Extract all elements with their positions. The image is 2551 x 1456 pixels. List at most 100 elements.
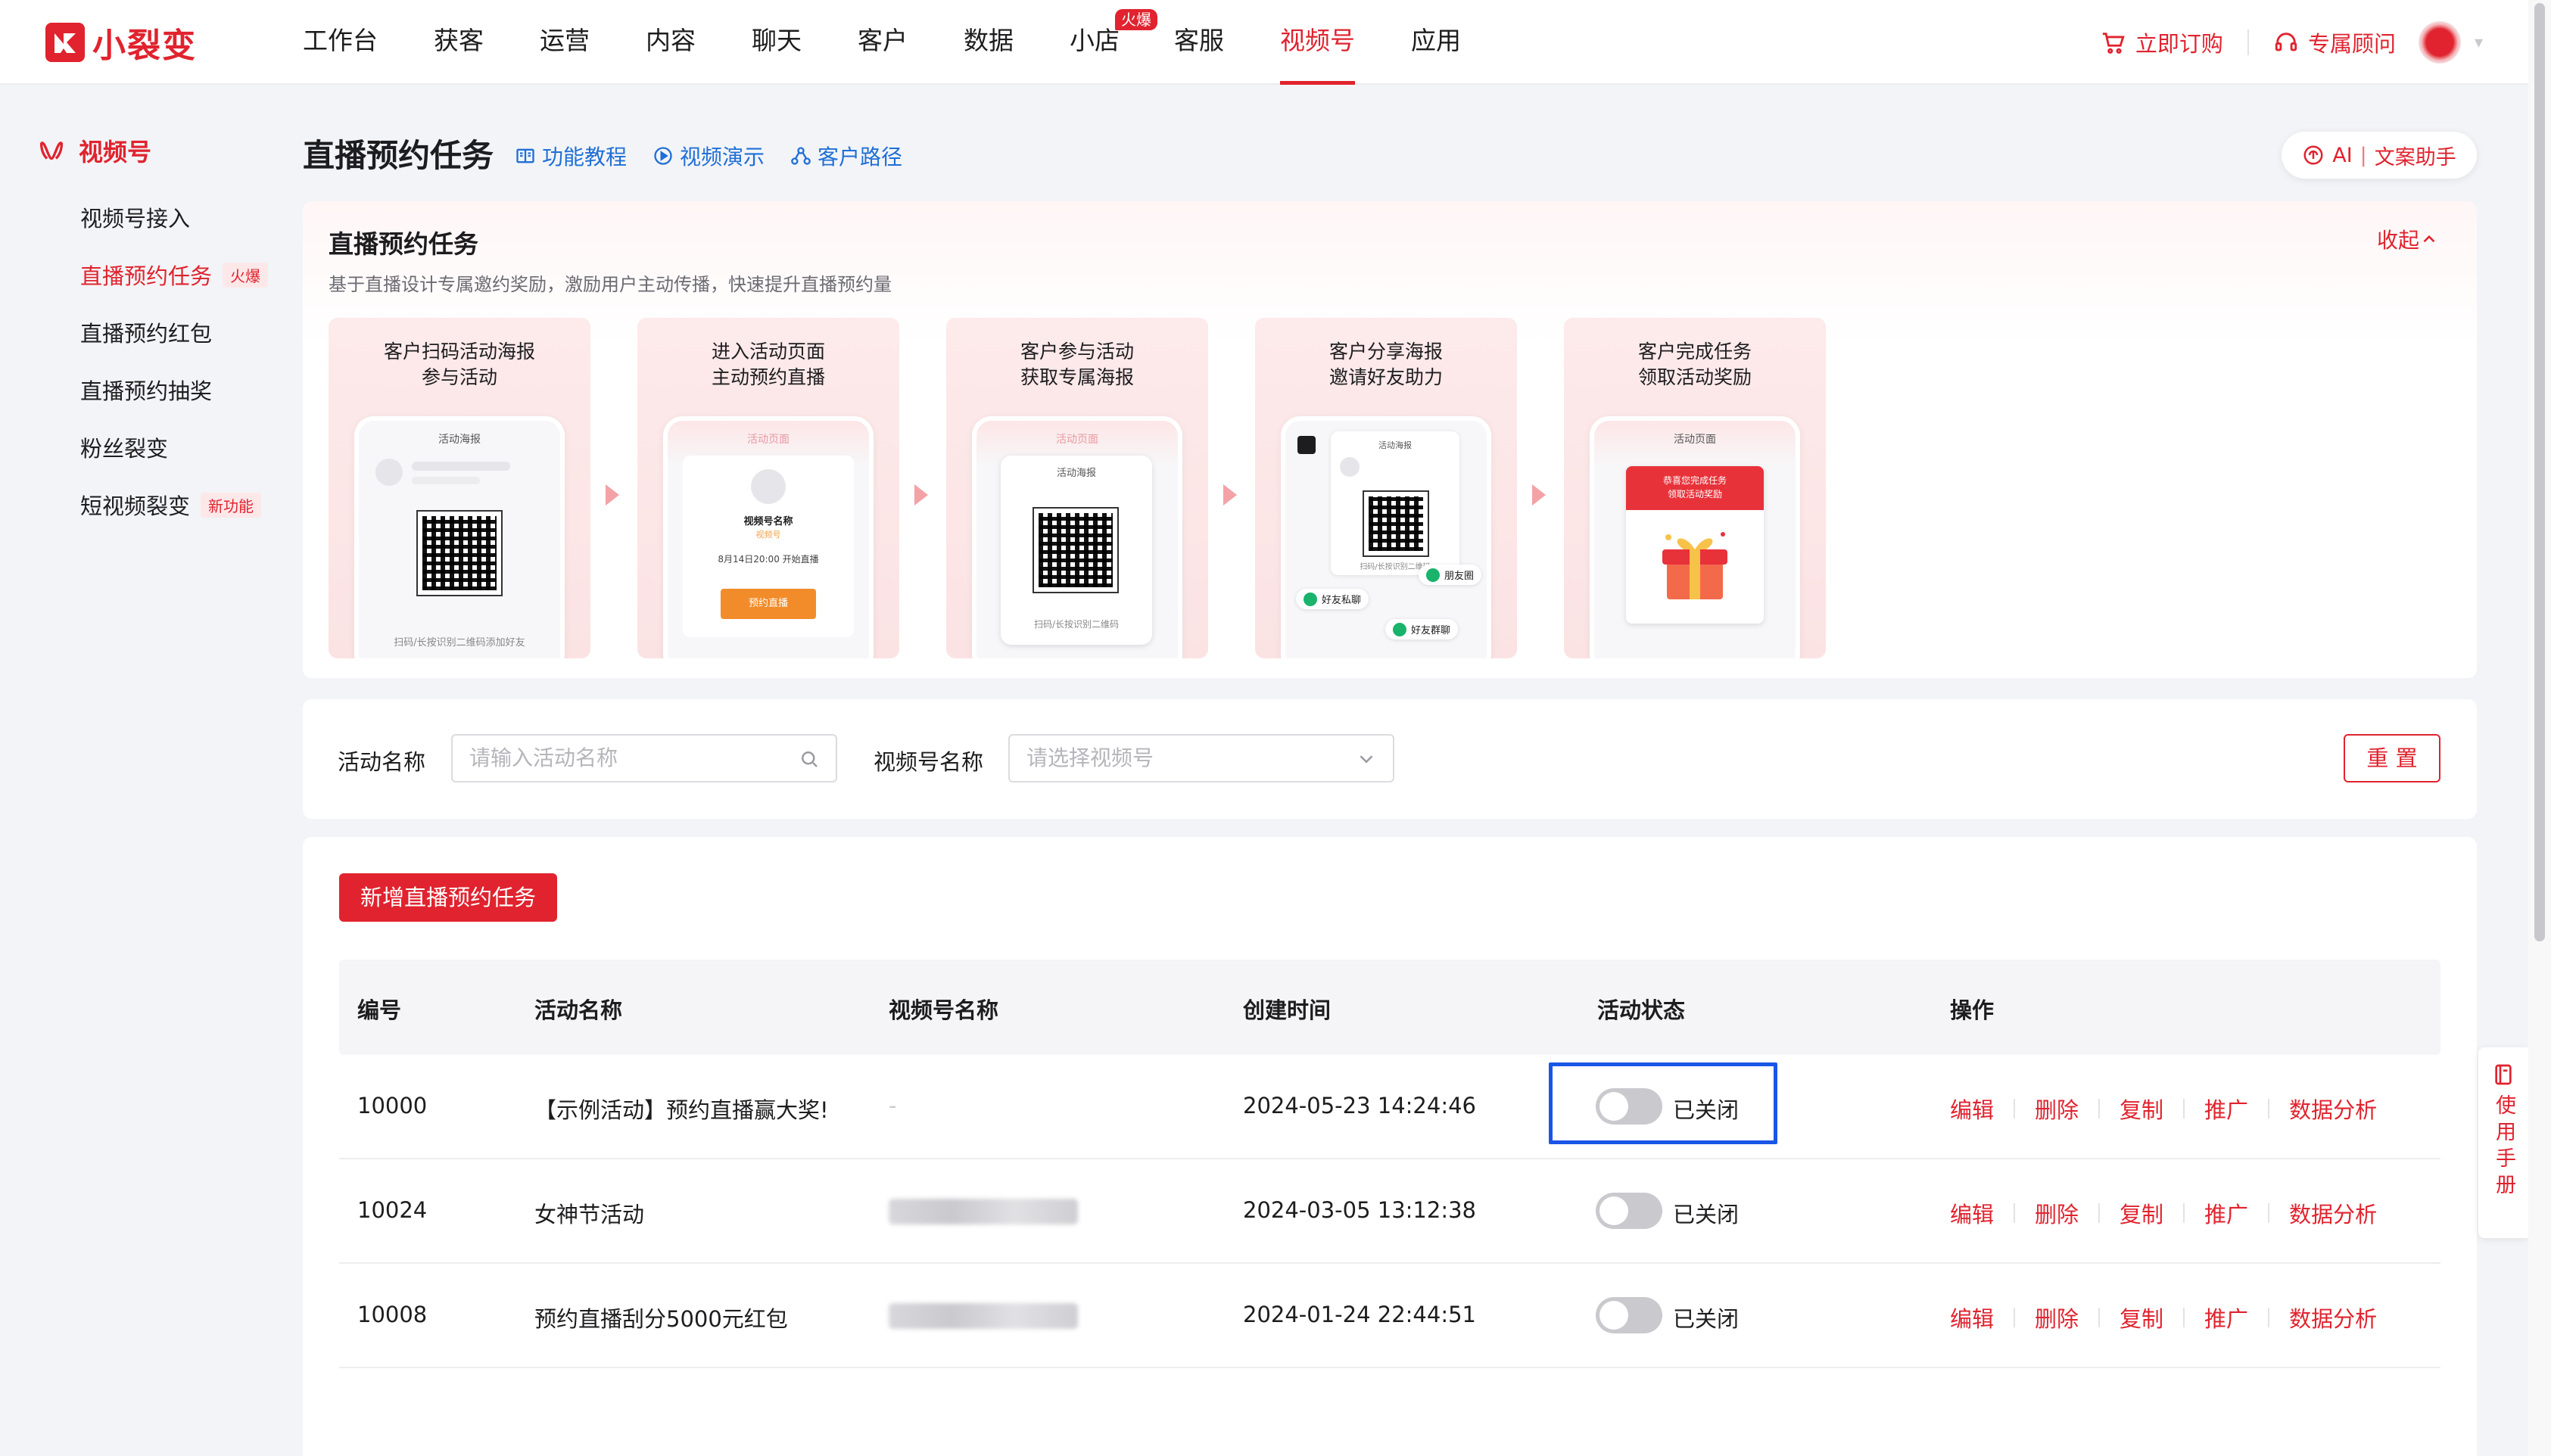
book-live-button: 预约直播 <box>721 589 816 619</box>
table-row: 10008 预约直播刮分5000元红包 2024-01-24 22:44:51 … <box>339 1264 2440 1368</box>
book-icon <box>516 148 534 163</box>
intro-description: 基于直播设计专属邀约奖励，激励用户主动传播，快速提升直播预约量 <box>329 274 892 295</box>
chevron-down-icon[interactable]: ▾ <box>2475 33 2483 52</box>
nav-content[interactable]: 内容 <box>646 0 696 85</box>
nav-acquire[interactable]: 获客 <box>434 0 484 85</box>
top-bar: 小裂变 工作台 获客 运营 内容 聊天 客户 数据 小店 火爆 客服 视频号 应… <box>0 0 2528 85</box>
step-card-4: 客户分享海报 邀请好友助力 活动海报 扫码/长按识别二维码 朋友圈 好友私聊 好… <box>1255 318 1517 658</box>
status-toggle[interactable] <box>1596 1193 1662 1229</box>
chip-label: 好友群聊 <box>1411 625 1451 636</box>
channels-icon <box>39 141 64 160</box>
step-card-2: 进入活动页面 主动预约直播 活动页面 视频号名称 视频号 8月14日20:00 … <box>637 318 899 658</box>
step-line: 邀请好友助力 <box>1328 366 1443 388</box>
row-actions: 编辑 删除 复制 推广 数据分析 <box>1950 1197 2377 1229</box>
activity-name-input[interactable]: 请输入活动名称 <box>451 734 837 782</box>
sidebar-item-channel-access[interactable]: 视频号接入 <box>80 201 190 233</box>
status-toggle[interactable] <box>1596 1297 1662 1333</box>
channel-name: 视频号名称 <box>743 516 793 527</box>
sidebar-item-live-red-packet[interactable]: 直播预约红包 <box>80 316 212 348</box>
divider <box>2268 1308 2270 1327</box>
copy-link[interactable]: 复制 <box>2120 1093 2163 1125</box>
divider <box>2183 1099 2185 1118</box>
phone-mockup: 活动海报 扫码/长按识别二维码添加好友 <box>354 416 565 658</box>
activity-name-placeholder: 请输入活动名称 <box>469 745 618 770</box>
sidebar-item-live-booking-task[interactable]: 直播预约任务 火爆 <box>80 259 269 291</box>
qr-code-icon <box>1033 507 1119 593</box>
poster-panel: 活动海报 扫码/长按识别二维码 <box>1001 456 1152 645</box>
reset-button[interactable]: 重 置 <box>2344 734 2440 782</box>
copy-link[interactable]: 复制 <box>2120 1302 2163 1333</box>
nav-shop[interactable]: 小店 火爆 <box>1070 0 1157 85</box>
promote-link[interactable]: 推广 <box>2204 1093 2248 1125</box>
nav-apps[interactable]: 应用 <box>1411 0 1461 85</box>
logo[interactable]: 小裂变 <box>45 21 197 65</box>
nav-operation[interactable]: 运营 <box>540 0 590 85</box>
screen-title: 活动页面 <box>1056 434 1098 446</box>
edit-link[interactable]: 编辑 <box>1950 1093 1994 1125</box>
intro-card: 直播预约任务 基于直播设计专属邀约奖励，激励用户主动传播，快速提升直播预约量 收… <box>303 201 2477 678</box>
poster-panel: 活动海报 扫码/长按识别二维码 <box>1331 431 1459 575</box>
delete-link[interactable]: 删除 <box>2035 1302 2079 1333</box>
step-card-3: 客户参与活动 获取专属海报 活动页面 活动海报 扫码/长按识别二维码 <box>946 318 1208 658</box>
poster-title: 活动海报 <box>1056 468 1096 479</box>
analytics-link[interactable]: 数据分析 <box>2289 1197 2377 1229</box>
delete-link[interactable]: 删除 <box>2035 1197 2079 1229</box>
order-link[interactable]: 立即订购 <box>2101 26 2223 58</box>
user-manual-button[interactable]: 使用手册 <box>2478 1047 2528 1238</box>
divider <box>2098 1308 2101 1327</box>
step-arrow-icon <box>1223 484 1237 506</box>
customer-path-link[interactable]: 客户路径 <box>790 141 902 171</box>
manual-label: 使用手册 <box>2492 1094 2515 1200</box>
sidebar-item-fan-fission[interactable]: 粉丝裂变 <box>80 431 168 463</box>
step-caption: 客户完成任务 领取活动奖励 <box>1564 339 1826 390</box>
nav-data[interactable]: 数据 <box>964 0 1014 85</box>
scan-hint: 扫码/长按识别二维码 <box>1033 619 1120 630</box>
cell-name: 【示例活动】预约直播赢大奖! <box>534 1097 829 1123</box>
row-actions: 编辑 删除 复制 推广 数据分析 <box>1950 1302 2377 1333</box>
channel-select[interactable]: 请选择视频号 <box>1008 734 1394 782</box>
sidebar-item-label: 直播预约任务 <box>80 263 213 289</box>
copy-link[interactable]: 复制 <box>2120 1197 2163 1229</box>
sidebar-item-live-lottery[interactable]: 直播预约抽奖 <box>80 374 212 406</box>
ai-copywriter-button[interactable]: AI | 文案助手 <box>2282 132 2477 179</box>
nav-workbench[interactable]: 工作台 <box>303 0 378 85</box>
step-line: 获取专属海报 <box>1020 366 1134 388</box>
edit-link[interactable]: 编辑 <box>1950 1302 1994 1333</box>
manual-book-icon <box>2495 1064 2512 1085</box>
scrollbar-thumb[interactable] <box>2534 3 2545 941</box>
promote-link[interactable]: 推广 <box>2204 1197 2248 1229</box>
sidebar-item-short-video-fission[interactable]: 短视频裂变 新功能 <box>80 489 262 521</box>
nav-chat[interactable]: 聊天 <box>752 0 802 85</box>
divider <box>2098 1203 2101 1223</box>
promote-link[interactable]: 推广 <box>2204 1302 2248 1333</box>
table-row: 10024 女神节活动 2024-03-05 13:12:38 已关闭 编辑 删… <box>339 1159 2440 1264</box>
cell-created: 2024-03-05 13:12:38 <box>1243 1197 1476 1223</box>
add-live-task-button[interactable]: 新增直播预约任务 <box>339 873 557 922</box>
analytics-link[interactable]: 数据分析 <box>2289 1093 2377 1125</box>
step-line: 客户扫码活动海报 <box>383 341 535 362</box>
collapse-button[interactable]: 收起 <box>2377 224 2439 254</box>
path-icon <box>791 147 811 165</box>
page-title: 直播预约任务 <box>303 137 494 174</box>
nav-shop-label: 小店 <box>1070 26 1120 55</box>
reward-line: 领取活动奖励 <box>1667 489 1722 499</box>
step-arrow-icon <box>606 484 619 506</box>
nav-customer[interactable]: 客户 <box>858 0 908 85</box>
scrollbar[interactable] <box>2528 0 2551 1456</box>
nav-service[interactable]: 客服 <box>1174 0 1224 85</box>
page-panel: 视频号名称 视频号 8月14日20:00 开始直播 预约直播 <box>683 456 854 637</box>
edit-link[interactable]: 编辑 <box>1950 1197 1994 1229</box>
advisor-link[interactable]: 专属顾问 <box>2273 26 2396 58</box>
sidebar-item-label: 直播预约抽奖 <box>80 378 213 404</box>
video-demo-link[interactable]: 视频演示 <box>653 141 765 171</box>
video-demo-label: 视频演示 <box>680 145 765 170</box>
nav-channels[interactable]: 视频号 <box>1280 0 1355 85</box>
logo-text: 小裂变 <box>92 26 197 65</box>
cell-name: 预约直播刮分5000元红包 <box>534 1306 788 1332</box>
analytics-link[interactable]: 数据分析 <box>2289 1302 2377 1333</box>
delete-link[interactable]: 删除 <box>2035 1093 2079 1125</box>
avatar[interactable] <box>2418 21 2461 64</box>
live-time: 8月14日20:00 开始直播 <box>718 554 819 565</box>
tutorial-link[interactable]: 功能教程 <box>515 141 627 171</box>
screen-title: 活动页面 <box>747 434 790 446</box>
